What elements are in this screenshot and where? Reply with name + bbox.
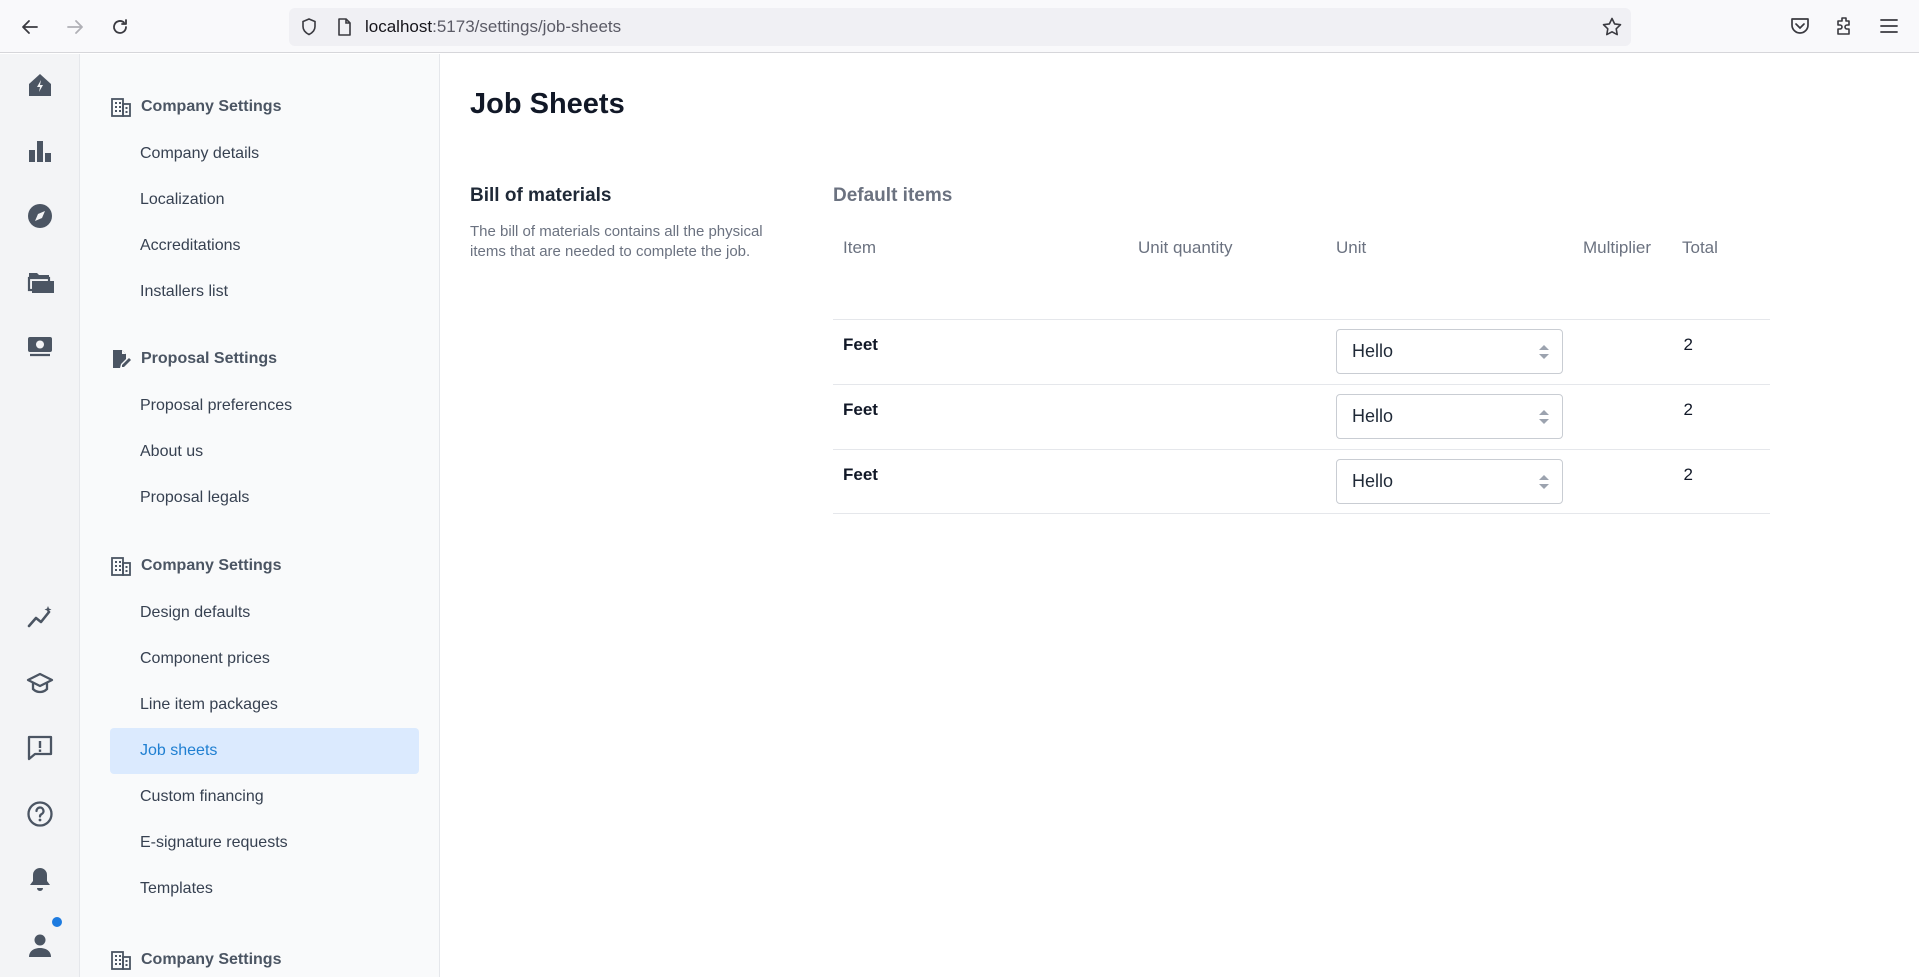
multiplier-value: 2 [1683,465,1693,484]
sidebar-item-about-us[interactable]: About us [110,429,419,475]
folders-icon[interactable] [24,265,56,297]
item-name: Feet [843,465,878,484]
sidebar-item-company-details[interactable]: Company details [110,131,419,177]
graduation-cap-icon[interactable] [24,667,56,699]
building-icon [111,951,131,970]
address-bar[interactable]: localhost:5173/settings/job-sheets [289,8,1631,46]
table-row: Feet Hello 2 [833,449,1770,514]
bom-description: The bill of materials contains all the p… [470,223,763,260]
sidebar-item-component-prices[interactable]: Component prices [110,636,419,682]
column-header-multiplier: Multiplier [1583,238,1652,257]
arrow-left-icon [22,20,38,34]
multiplier-value: 2 [1683,335,1693,354]
sidebar-item-localization[interactable]: Localization [110,177,419,223]
sidebar-item-e-signature-requests[interactable]: E-signature requests [110,820,419,866]
bom-heading: Bill of materials [470,185,612,206]
item-name: Feet [843,400,878,419]
unit-select[interactable]: Hello [1336,459,1563,504]
icon-rail [0,54,80,977]
sort-arrows-icon [1539,475,1549,489]
column-header-total: Total [1682,238,1718,257]
bookmark-star-icon[interactable] [1601,16,1623,38]
reload-icon [113,19,127,34]
unit-select[interactable]: Hello [1336,329,1563,374]
sort-arrows-icon [1539,345,1549,359]
arrow-right-icon [67,20,83,34]
user-icon[interactable] [24,929,56,961]
sidebar-item-proposal-legals[interactable]: Proposal legals [110,475,419,521]
column-header-unit: Unit [1336,238,1367,257]
cash-icon[interactable] [24,330,56,362]
document-edit-icon [113,350,131,368]
pocket-icon[interactable] [1788,14,1812,38]
browser-toolbar: localhost:5173/settings/job-sheets [0,0,1919,53]
unit-select-value: Hello [1352,406,1394,426]
back-button[interactable] [15,12,45,42]
sort-arrows-icon [1539,410,1549,424]
help-icon[interactable] [24,798,56,830]
bar-chart-icon[interactable] [24,135,56,167]
url-path: :5173/settings/job-sheets [432,17,622,36]
sidebar-item-templates[interactable]: Templates [110,866,419,912]
unit-select-value: Hello [1352,341,1394,361]
url-host: localhost [365,17,433,36]
trend-sparkle-icon[interactable] [24,602,56,634]
reload-button[interactable] [105,12,135,42]
settings-sidebar: Company Settings Company details Localiz… [80,54,440,977]
main-content: Job Sheets Bill of materials The bill of… [441,54,1919,977]
multiplier-value: 2 [1683,400,1693,419]
bell-icon[interactable] [24,863,56,895]
unit-select[interactable]: Hello [1336,394,1563,439]
page-title: Job Sheets [470,88,625,120]
extensions-icon[interactable] [1833,14,1857,38]
table-row: Feet Hello 2 [833,384,1770,449]
section-title: Company Settings [141,557,282,574]
section-company-settings-2: Company Settings [110,555,281,577]
column-header-unit-quantity: Unit quantity [1138,238,1233,257]
home-bolt-icon[interactable] [24,69,56,101]
menu-icon[interactable] [1877,14,1901,38]
sidebar-item-job-sheets[interactable]: Job sheets [110,728,419,774]
sidebar-item-custom-financing[interactable]: Custom financing [110,774,419,820]
sidebar-item-design-defaults[interactable]: Design defaults [110,590,419,636]
section-title: Company Settings [141,951,282,968]
column-header-item: Item [843,238,877,257]
url-text: localhost:5173/settings/job-sheets [365,17,621,37]
sidebar-item-installers-list[interactable]: Installers list [110,269,419,315]
notification-badge [50,915,64,929]
item-name: Feet [843,335,878,354]
shield-icon[interactable] [299,17,319,37]
unit-select-value: Hello [1352,471,1394,491]
section-company-settings-3: Company Settings [110,949,281,971]
table-row: Feet Hello 2 [833,319,1770,384]
section-title: Proposal Settings [141,350,278,367]
building-icon [111,557,131,576]
default-items-heading: Default items [833,185,953,206]
sidebar-item-proposal-preferences[interactable]: Proposal preferences [110,383,419,429]
section-proposal-settings: Proposal Settings [110,348,277,370]
building-icon [111,98,131,117]
compass-icon[interactable] [24,200,56,232]
sidebar-item-line-item-packages[interactable]: Line item packages [110,682,419,728]
feedback-icon[interactable] [24,732,56,764]
page-icon[interactable] [334,17,354,37]
section-title: Company Settings [141,98,282,115]
forward-button[interactable] [60,12,90,42]
sidebar-item-accreditations[interactable]: Accreditations [110,223,419,269]
section-company-settings-1: Company Settings [110,96,281,118]
